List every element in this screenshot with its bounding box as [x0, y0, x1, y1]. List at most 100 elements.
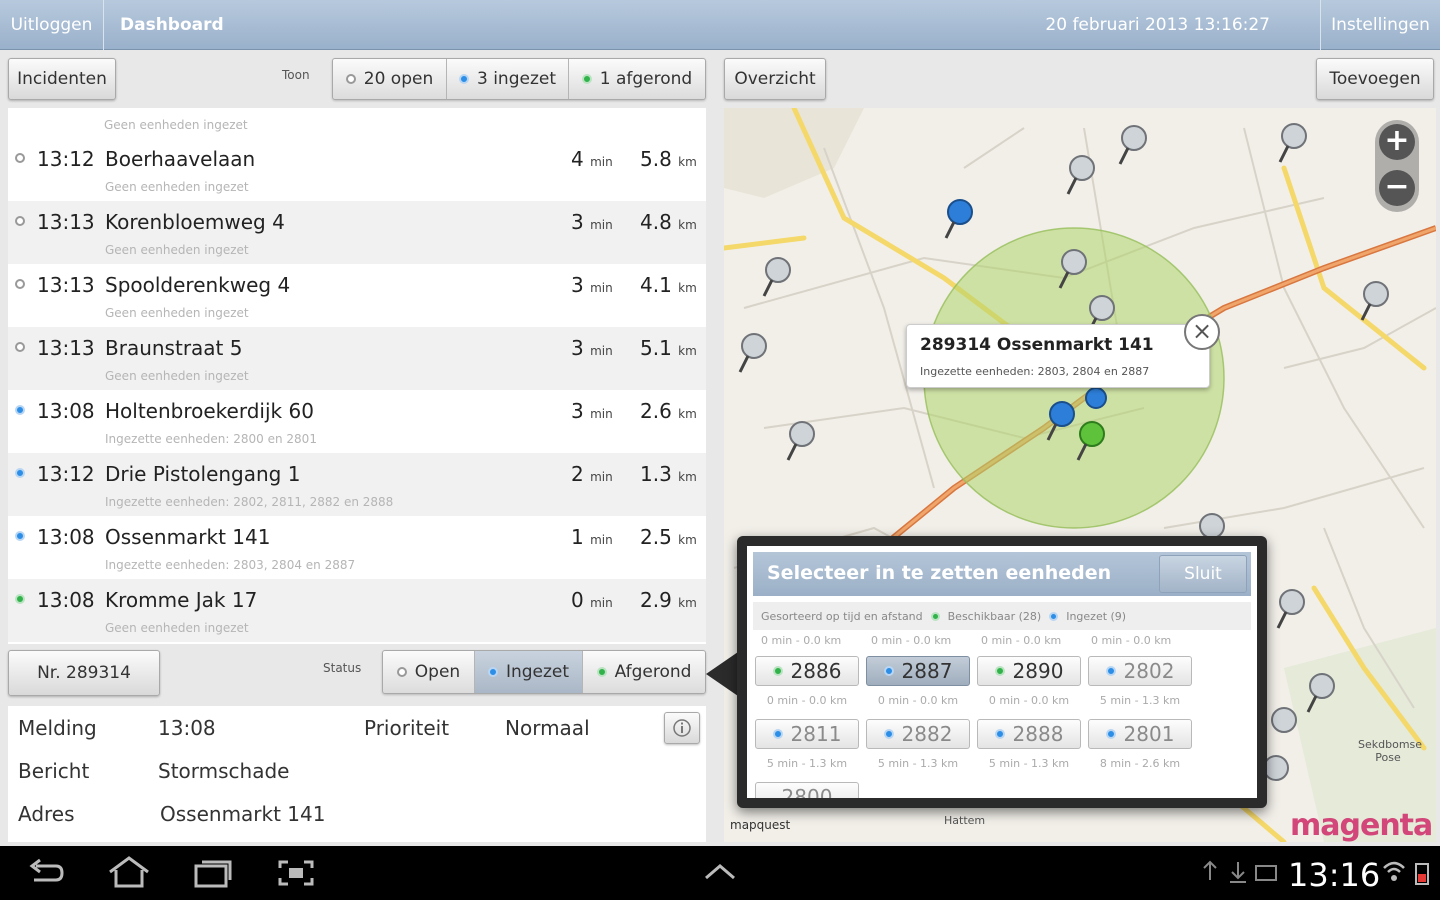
unit-button[interactable]: 2888: [977, 719, 1081, 749]
recent-apps-icon[interactable]: [192, 858, 234, 888]
minutes-unit: min: [590, 281, 613, 295]
incident-row[interactable]: 13:13 Braunstraat 5 3 min 5.1 km Geen ee…: [8, 327, 706, 390]
callout-title: 289314 Ossenmarkt 141: [920, 335, 1154, 355]
incident-row[interactable]: 13:12 Drie Pistolengang 1 2 min 1.3 km I…: [8, 453, 706, 516]
unit-button[interactable]: 2886: [755, 656, 859, 686]
incident-row[interactable]: 13:08 Ossenmarkt 141 1 min 2.5 km Ingeze…: [8, 516, 706, 579]
incident-distance: 2.6 km: [640, 399, 697, 423]
logout-button[interactable]: Uitloggen: [0, 0, 104, 50]
incident-row[interactable]: 13:13 Spoolderenkweg 4 3 min 4.1 km Geen…: [8, 264, 706, 327]
unit-eta: 5 min - 1.3 km: [988, 757, 1070, 770]
incidents-button[interactable]: Incidenten: [8, 58, 116, 100]
zoom-out-icon[interactable]: −: [1379, 170, 1415, 206]
distance-value: 5.8: [640, 147, 672, 171]
minutes-unit: min: [590, 218, 613, 232]
incident-address: Spoolderenkweg 4: [105, 273, 291, 297]
incident-units: Geen eenheden ingezet: [105, 180, 249, 194]
system-nav-bar: 13:16: [0, 846, 1440, 900]
status-deployed-icon: [15, 531, 25, 541]
incident-distance: 2.5 km: [640, 525, 697, 549]
incident-number-button[interactable]: Nr. 289314: [8, 650, 160, 696]
message-label: Bericht: [18, 759, 90, 783]
info-button[interactable]: [664, 712, 700, 744]
unit-button[interactable]: 2811: [755, 719, 859, 749]
unit-eta: 5 min - 1.3 km: [766, 757, 848, 770]
status-closed-icon: [581, 74, 592, 84]
deployed-icon: [1105, 666, 1116, 676]
incident-list[interactable]: Geen eenheden ingezet 13:12 Boerhaavelaa…: [8, 108, 706, 644]
unit-id: 2890: [1012, 659, 1064, 683]
incident-row[interactable]: 13:13 Korenbloemweg 4 3 min 4.8 km Geen …: [8, 201, 706, 264]
popup-close-button[interactable]: Sluit: [1159, 555, 1247, 593]
zoom-in-icon[interactable]: +: [1379, 124, 1415, 160]
distance-unit: km: [678, 470, 697, 484]
incident-units: Ingezette eenheden: 2802, 2811, 2882 en …: [105, 495, 394, 509]
unit-selection-popup: Selecteer in te zetten eenheden Sluit Ge…: [737, 536, 1267, 808]
filter-open[interactable]: 20 open: [333, 59, 447, 99]
settings-button[interactable]: Instellingen: [1320, 0, 1440, 50]
unit-id: 2886: [790, 659, 842, 683]
unit-sub-peek: 0 min - 0.0 km: [761, 634, 842, 647]
legend-sort: Gesorteerd op tijd en afstand: [761, 609, 923, 623]
unit-id: 2882: [901, 722, 953, 746]
status-closed-icon: [15, 594, 25, 604]
incident-minutes: 0 min: [571, 588, 613, 612]
map-credit: mapquest: [730, 818, 791, 832]
status-closed-button[interactable]: Afgerond: [583, 651, 705, 693]
unit-button[interactable]: 2887: [866, 656, 970, 686]
wifi-battery-icon: [1383, 861, 1429, 885]
system-clock: 13:16: [1288, 856, 1381, 894]
page-title: Dashboard: [120, 15, 224, 35]
distance-unit: km: [678, 155, 697, 169]
incident-address: Ossenmarkt 141: [105, 525, 271, 549]
distance-value: 2.9: [640, 588, 672, 612]
incident-time: 13:13: [37, 210, 95, 234]
incident-units: Geen eenheden ingezet: [105, 306, 249, 320]
home-icon[interactable]: [106, 856, 152, 890]
info-icon: [673, 719, 691, 737]
unit-button[interactable]: 2882: [866, 719, 970, 749]
unit-button[interactable]: 2802: [1088, 656, 1192, 686]
message-value: Stormschade: [158, 759, 290, 783]
filter-deployed[interactable]: 3 ingezet: [447, 59, 569, 99]
unit-button[interactable]: 2801: [1088, 719, 1192, 749]
filter-closed[interactable]: 1 afgerond: [569, 59, 705, 99]
distance-value: 5.1: [640, 336, 672, 360]
chevron-up-icon[interactable]: [702, 862, 738, 882]
incident-time: 13:12: [37, 462, 95, 486]
incident-row[interactable]: 13:08 Holtenbroekerdijk 60 3 min 2.6 km …: [8, 390, 706, 453]
incident-time: 13:08: [37, 588, 95, 612]
unit-eta: 8 min - 2.6 km: [1099, 757, 1181, 770]
popup-header: Selecteer in te zetten eenheden Sluit: [753, 552, 1251, 596]
status-open-icon: [396, 667, 407, 677]
minutes-value: 1: [571, 525, 584, 549]
map-callout[interactable]: 289314 Ossenmarkt 141 Ingezette eenheden…: [906, 324, 1210, 388]
minutes-value: 4: [571, 147, 584, 171]
unit-sub-peek: 0 min - 0.0 km: [871, 634, 952, 647]
incident-time: 13:12: [37, 147, 95, 171]
unit-button[interactable]: 2890: [977, 656, 1081, 686]
popup-title: Selecteer in te zetten eenheden: [767, 562, 1112, 584]
unit-eta: 0 min - 0.0 km: [877, 694, 959, 707]
add-button[interactable]: Toevoegen: [1316, 58, 1434, 100]
callout-close-icon[interactable]: ×: [1184, 314, 1220, 350]
incident-row[interactable]: 13:12 Boerhaavelaan 4 min 5.8 km Geen ee…: [8, 138, 706, 201]
notification-icons: [1203, 860, 1277, 883]
overview-button[interactable]: Overzicht: [724, 58, 826, 100]
incident-row[interactable]: 13:08 Kromme Jak 17 0 min 2.9 km Geen ee…: [8, 579, 706, 642]
incident-address: Drie Pistolengang 1: [105, 462, 301, 486]
map-label-pose: Sekdbomse Pose: [1358, 738, 1423, 764]
back-icon[interactable]: [26, 858, 66, 888]
incident-time: 13:13: [37, 336, 95, 360]
screenshot-icon[interactable]: [276, 858, 316, 888]
status-open-button[interactable]: Open: [383, 651, 475, 693]
minutes-unit: min: [590, 470, 613, 484]
distance-unit: km: [678, 344, 697, 358]
unit-id: 2811: [790, 722, 842, 746]
unit-button-partial[interactable]: 2800: [755, 782, 859, 798]
status-deployed-button[interactable]: Ingezet: [475, 651, 583, 693]
minutes-unit: min: [590, 596, 613, 610]
top-bar: Uitloggen Dashboard 20 februari 2013 13:…: [0, 0, 1440, 50]
incident-minutes: 1 min: [571, 525, 613, 549]
unit-sub-peek: 0 min - 0.0 km: [981, 634, 1062, 647]
